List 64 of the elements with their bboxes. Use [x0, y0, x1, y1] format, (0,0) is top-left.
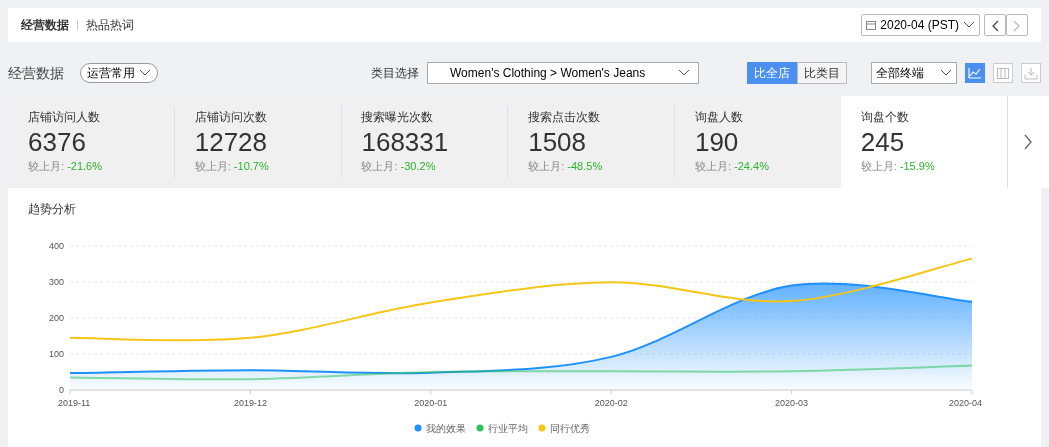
- kpi-label: 询盘个数: [860, 109, 910, 126]
- kpi-value: 245: [860, 126, 906, 158]
- y-tick-label: 200: [48, 313, 64, 323]
- kpi-value: 168331: [361, 126, 450, 158]
- kpi-change: 较上月: -10.7%: [194, 159, 270, 174]
- kpi-label: 询盘人数: [694, 109, 744, 126]
- download-icon: [1024, 67, 1038, 81]
- section-title: 经营数据: [8, 63, 64, 83]
- chevron-right-icon: [1013, 19, 1021, 32]
- y-tick-label: 400: [48, 241, 64, 251]
- y-tick-label: 300: [48, 277, 64, 287]
- x-tick-label: 2019-11: [58, 398, 91, 408]
- chart-title: 趋势分析: [28, 201, 77, 218]
- view-button[interactable]: [993, 63, 1013, 83]
- line-chart-icon: [968, 67, 982, 81]
- legend-label: 我的效果: [426, 423, 466, 434]
- x-tick-label: 2020-03: [775, 398, 809, 408]
- category-label: 类目选择: [371, 65, 419, 82]
- x-tick-label: 2020-02: [594, 398, 628, 408]
- chevron-right-icon: [1023, 133, 1034, 151]
- legend-label: 行业平均: [488, 423, 528, 434]
- chevron-left-icon: [991, 19, 999, 32]
- kpi-card[interactable]: 店铺访问次数 12728 较上月: -10.7%: [174, 96, 341, 188]
- table-icon: [996, 67, 1010, 81]
- y-tick-label: 0: [59, 385, 64, 395]
- caret-icon: [139, 69, 151, 77]
- kpi-change: 较上月: -30.2%: [361, 159, 437, 174]
- terminal-select[interactable]: 全部终端: [871, 62, 957, 84]
- preset-dropdown[interactable]: 运营常用: [80, 63, 158, 83]
- kpi-value: 12728: [194, 126, 269, 158]
- x-tick-label: 2020-01: [414, 398, 448, 408]
- kpi-label: 搜索点击次数: [528, 109, 602, 126]
- calendar-icon: [866, 20, 877, 30]
- kpi-card[interactable]: 搜索曝光次数 168331 较上月: -30.2%: [341, 96, 508, 188]
- kpi-value: 1508: [528, 126, 588, 158]
- download-button[interactable]: [1021, 63, 1041, 83]
- x-tick-label: 2020-04: [948, 398, 982, 408]
- date-picker[interactable]: 2020-04 (PST): [861, 14, 980, 36]
- kpi-card[interactable]: 询盘人数 190 较上月: -24.4%: [674, 96, 841, 188]
- view-button[interactable]: [965, 63, 985, 83]
- kpi-change: 较上月: -21.6%: [28, 159, 103, 174]
- kpi-value: 6376: [28, 126, 87, 158]
- kpi-value: 190: [694, 126, 740, 158]
- caret-icon: [963, 21, 975, 29]
- caret-icon: [678, 69, 690, 77]
- kpi-label: 搜索曝光次数: [361, 109, 435, 126]
- caret-icon: [940, 69, 952, 77]
- tab[interactable]: 经营数据: [21, 16, 69, 34]
- kpi-label: 店铺访问人数: [28, 109, 101, 126]
- previous-button[interactable]: [984, 14, 1006, 36]
- kpi-label: 店铺访问次数: [194, 109, 268, 126]
- kpi-change: 较上月: -15.9%: [860, 159, 936, 174]
- kpi-card[interactable]: 搜索点击次数 1508 较上月: -48.5%: [508, 96, 674, 188]
- legend-label: 同行优秀: [550, 423, 590, 434]
- compare-toggle[interactable]: 比类目: [797, 62, 847, 84]
- kpi-card[interactable]: 店铺访问人数 6376 较上月: -21.6%: [8, 96, 174, 188]
- y-tick-label: 100: [48, 349, 64, 359]
- next-kpi-button[interactable]: [1006, 96, 1049, 188]
- kpi-card[interactable]: 询盘个数 245 较上月: -15.9%: [840, 96, 1007, 188]
- x-tick-label: 2019-12: [233, 398, 267, 408]
- kpi-change: 较上月: -24.4%: [694, 159, 770, 174]
- kpi-change: 较上月: -48.5%: [528, 159, 604, 174]
- category-select[interactable]: Women's Clothing > Women's Jeans: [427, 62, 699, 84]
- tab[interactable]: 热品热词: [86, 16, 134, 34]
